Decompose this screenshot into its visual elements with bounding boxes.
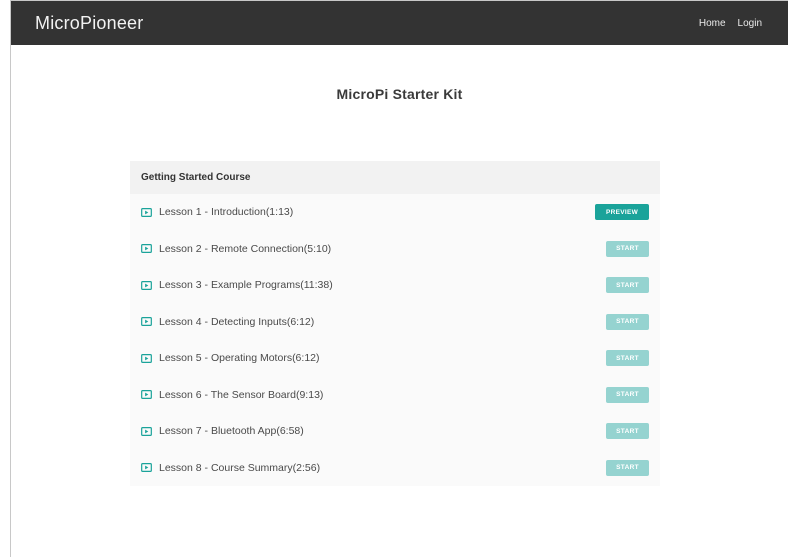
video-icon	[141, 353, 152, 363]
lesson-link-6[interactable]: Lesson 6 - The Sensor Board(9:13)	[141, 389, 323, 401]
lesson-title: Lesson 1 - Introduction(1:13)	[159, 206, 294, 219]
video-icon	[141, 426, 152, 436]
start-button[interactable]: START	[606, 386, 649, 403]
lesson-row-7: Lesson 7 - Bluetooth App(6:58) START	[130, 413, 660, 450]
brand-logo[interactable]: MicroPioneer	[35, 13, 143, 34]
lesson-link-8[interactable]: Lesson 8 - Course Summary(2:56)	[141, 462, 320, 474]
lesson-link-2[interactable]: Lesson 2 - Remote Connection(5:10)	[141, 243, 331, 255]
nav-links: Home Login	[699, 18, 762, 29]
video-icon	[141, 390, 152, 400]
preview-button[interactable]: PREVIEW	[595, 204, 649, 221]
lesson-title: Lesson 5 - Operating Motors(6:12)	[159, 352, 320, 365]
lesson-title: Lesson 7 - Bluetooth App(6:58)	[159, 425, 304, 438]
lesson-row-4: Lesson 4 - Detecting Inputs(6:12) START	[130, 304, 660, 341]
page-title: MicroPi Starter Kit	[336, 86, 463, 102]
lesson-title: Lesson 2 - Remote Connection(5:10)	[159, 242, 332, 255]
video-icon	[141, 463, 152, 473]
lesson-title: Lesson 4 - Detecting Inputs(6:12)	[159, 315, 315, 328]
lesson-link-3[interactable]: Lesson 3 - Example Programs(11:38)	[141, 279, 333, 291]
video-icon	[141, 244, 152, 254]
nav-login-link[interactable]: Login	[738, 18, 762, 29]
start-button[interactable]: START	[606, 240, 649, 257]
navbar: MicroPioneer Home Login	[11, 1, 788, 45]
start-button[interactable]: START	[606, 350, 649, 367]
lesson-row-8: Lesson 8 - Course Summary(2:56) START	[130, 450, 660, 487]
lesson-link-5[interactable]: Lesson 5 - Operating Motors(6:12)	[141, 352, 320, 364]
video-icon	[141, 317, 152, 327]
lesson-row-6: Lesson 6 - The Sensor Board(9:13) START	[130, 377, 660, 414]
course-header: Getting Started Course	[130, 161, 660, 194]
start-button[interactable]: START	[606, 459, 649, 476]
start-button[interactable]: START	[606, 313, 649, 330]
lesson-title: Lesson 3 - Example Programs(11:38)	[159, 279, 333, 292]
lesson-link-4[interactable]: Lesson 4 - Detecting Inputs(6:12)	[141, 316, 314, 328]
start-button[interactable]: START	[606, 423, 649, 440]
lesson-row-2: Lesson 2 - Remote Connection(5:10) START	[130, 231, 660, 268]
lesson-title: Lesson 6 - The Sensor Board(9:13)	[159, 388, 324, 401]
nav-home-link[interactable]: Home	[699, 18, 726, 29]
video-icon	[141, 207, 152, 217]
lesson-row-5: Lesson 5 - Operating Motors(6:12) START	[130, 340, 660, 377]
browser-frame: MicroPioneer Home Login MicroPi Starter …	[10, 0, 788, 557]
start-button[interactable]: START	[606, 277, 649, 294]
lesson-link-7[interactable]: Lesson 7 - Bluetooth App(6:58)	[141, 425, 304, 437]
lesson-link-1[interactable]: Lesson 1 - Introduction(1:13)	[141, 206, 293, 218]
lesson-title: Lesson 8 - Course Summary(2:56)	[159, 461, 321, 474]
lesson-row-3: Lesson 3 - Example Programs(11:38) START	[130, 267, 660, 304]
video-icon	[141, 280, 152, 290]
course-panel: Getting Started Course Lesson 1 - Introd…	[130, 161, 660, 486]
lesson-row-1: Lesson 1 - Introduction(1:13) PREVIEW	[130, 194, 660, 231]
